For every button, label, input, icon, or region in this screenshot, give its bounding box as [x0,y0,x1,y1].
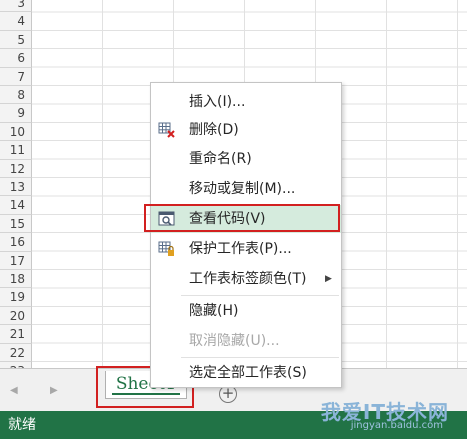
row-header[interactable]: 5 [0,30,32,50]
row-header[interactable]: 19 [0,288,32,307]
row-header[interactable]: 15 [0,214,32,234]
menu-separator [181,295,339,296]
row-header[interactable]: 10 [0,122,32,142]
watermark: 我爱IT技术网 jingyan.baidu.com [309,396,449,436]
row-header[interactable]: 12 [0,159,32,178]
row-header[interactable]: 18 [0,270,32,289]
menu-item-label: 删除(D) [189,122,239,138]
scroll-tabs-left-icon[interactable]: ◀ [10,385,18,396]
delete-sheet-icon [158,122,176,138]
row-header[interactable]: 4 [0,12,32,31]
menu-item[interactable]: 保护工作表(P)... [151,235,341,263]
row-header[interactable]: 21 [0,325,32,344]
menu-item[interactable]: 插入(I)... [151,88,341,116]
menu-item-label: 选定全部工作表(S) [189,365,307,381]
row-header[interactable]: 9 [0,104,32,123]
menu-item-label: 取消隐藏(U)... [189,333,280,349]
row-header[interactable]: 16 [0,233,32,252]
submenu-arrow-icon: ▶ [325,274,332,284]
menu-item-label: 保护工作表(P)... [189,241,292,257]
menu-item[interactable]: 选定全部工作表(S) [151,359,341,387]
menu-item[interactable]: 隐藏(H) [151,297,341,325]
menu-item: 取消隐藏(U)... [151,327,341,355]
scroll-tabs-right-icon[interactable]: ▶ [50,385,58,396]
menu-item[interactable]: 删除(D) [151,116,341,144]
menu-item-label: 工作表标签颜色(T) [189,271,307,287]
row-header[interactable]: 6 [0,49,32,68]
menu-separator [181,357,339,358]
sheet-context-menu: 插入(I)... 删除(D) 重命名(R) 移动或复制(M)... 查看代码(V) 保护工… [150,82,342,388]
row-header[interactable]: 11 [0,141,32,160]
menu-item-label: 移动或复制(M)... [189,181,296,197]
status-text: 就绪 [8,417,36,433]
row-header[interactable]: 17 [0,251,32,270]
view-code-highlight-box [144,204,340,232]
watermark-url: jingyan.baidu.com [350,420,443,431]
protect-sheet-icon [158,241,176,257]
row-header[interactable]: 14 [0,196,32,215]
row-header[interactable]: 7 [0,67,32,86]
row-header[interactable]: 20 [0,306,32,326]
menu-item[interactable]: 移动或复制(M)... [151,175,341,203]
row-header[interactable]: 3 [0,0,32,13]
row-header[interactable]: 22 [0,343,32,362]
menu-item-label: 插入(I)... [189,94,246,110]
menu-item-label: 隐藏(H) [189,303,239,319]
menu-item-label: 重命名(R) [189,151,252,167]
row-header[interactable]: 13 [0,178,32,197]
menu-item[interactable]: 重命名(R) [151,145,341,173]
row-header[interactable]: 8 [0,86,32,105]
menu-item[interactable]: 工作表标签颜色(T) ▶ [151,265,341,293]
